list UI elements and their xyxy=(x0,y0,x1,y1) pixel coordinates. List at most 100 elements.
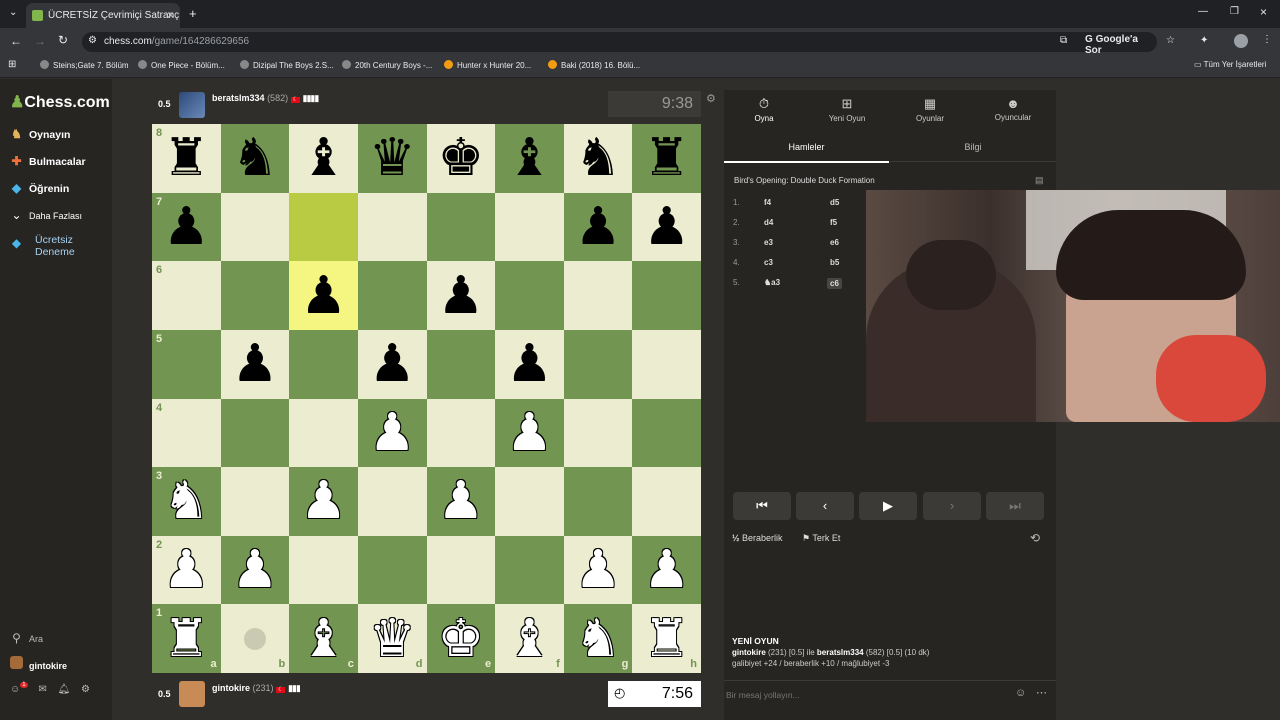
sidebar-item-learn[interactable]: ◆ Öğrenin xyxy=(10,181,69,195)
google-lens-button[interactable]: G Google'a Sor xyxy=(1085,34,1157,56)
opening-name[interactable]: Bird's Opening: Double Duck Formation xyxy=(734,176,875,185)
square-a2[interactable]: 2 ♟ xyxy=(152,535,221,605)
friends-icon[interactable]: ☺ xyxy=(10,684,20,695)
black-rook-icon[interactable]: ♜ xyxy=(163,132,210,184)
white-move[interactable]: d4 xyxy=(764,218,773,227)
forward-icon[interactable]: → xyxy=(34,34,46,48)
square-d1[interactable]: d ♛ xyxy=(357,604,427,673)
square-c1[interactable]: c ♝ xyxy=(289,604,358,673)
square-h2[interactable]: ♟ xyxy=(632,535,701,605)
bookmark-star-icon[interactable]: ☆ xyxy=(1166,35,1175,46)
square-d3[interactable] xyxy=(357,467,427,536)
square-h4[interactable] xyxy=(632,398,701,468)
maximize-icon[interactable]: ❐ xyxy=(1230,6,1239,17)
white-knight-icon[interactable]: ♞ xyxy=(163,475,210,527)
new-tab-icon[interactable]: + xyxy=(189,6,197,21)
white-pawn-icon[interactable]: ♟ xyxy=(300,475,347,527)
square-e5[interactable] xyxy=(426,329,496,399)
black-pawn-icon[interactable]: ♟ xyxy=(232,338,279,390)
draw-button[interactable]: ½ Beraberlik xyxy=(732,533,783,543)
black-pawn-icon[interactable]: ♟ xyxy=(506,338,553,390)
emoji-icon[interactable]: ☺ xyxy=(1015,687,1026,699)
subtab-moves[interactable]: Hamleler xyxy=(724,142,889,163)
resign-button[interactable]: ⚑ Terk Et xyxy=(802,533,840,544)
square-e2[interactable] xyxy=(426,535,496,605)
settings-gear-icon[interactable]: ⚙ xyxy=(81,684,90,695)
sidebar-profile[interactable]: gintokire xyxy=(10,656,67,671)
square-b4[interactable] xyxy=(220,398,290,468)
square-f1[interactable]: f ♝ xyxy=(495,604,564,673)
square-f5[interactable]: ♟ xyxy=(495,329,564,399)
board-settings-gear-icon[interactable]: ⚙ xyxy=(706,92,716,105)
square-b5[interactable]: ♟ xyxy=(220,329,290,399)
white-pawn-icon[interactable]: ♟ xyxy=(506,407,553,459)
square-d7[interactable] xyxy=(357,192,427,262)
square-c3[interactable]: ♟ xyxy=(289,467,358,536)
sidebar-item-free-trial[interactable]: ◆ Ücretsiz Deneme xyxy=(10,234,100,258)
black-move[interactable]: f5 xyxy=(830,218,837,227)
square-d8[interactable]: ♛ xyxy=(357,124,427,193)
square-d6[interactable] xyxy=(357,261,427,330)
white-king-icon[interactable]: ♚ xyxy=(438,613,485,665)
square-f4[interactable]: ♟ xyxy=(495,398,564,468)
square-b3[interactable] xyxy=(220,467,290,536)
square-d4[interactable]: ♟ xyxy=(357,398,427,468)
bookmark-item[interactable]: Baki (2018) 16. Bölü... xyxy=(548,60,640,70)
black-rook-icon[interactable]: ♜ xyxy=(643,132,690,184)
square-a8[interactable]: 8 ♜ xyxy=(152,124,221,193)
close-window-icon[interactable]: × xyxy=(1260,5,1267,19)
square-e8[interactable]: ♚ xyxy=(426,124,496,193)
white-pawn-icon[interactable]: ♟ xyxy=(232,544,279,596)
square-c8[interactable]: ♝ xyxy=(289,124,358,193)
black-king-icon[interactable]: ♚ xyxy=(438,132,485,184)
square-f6[interactable] xyxy=(495,261,564,330)
white-pawn-icon[interactable]: ♟ xyxy=(369,407,416,459)
bookmark-item[interactable]: 20th Century Boys -... xyxy=(342,60,432,70)
new-game-player-a[interactable]: gintokire xyxy=(732,648,766,657)
top-player-avatar[interactable] xyxy=(179,92,205,118)
square-a4[interactable]: 4 xyxy=(152,398,221,468)
square-a6[interactable]: 6 xyxy=(152,261,221,330)
bookmark-item[interactable]: Steins;Gate 7. Bölüm xyxy=(40,60,129,70)
square-e4[interactable] xyxy=(426,398,496,468)
white-bishop-icon[interactable]: ♝ xyxy=(506,613,553,665)
chess-board[interactable]: 8 ♜ ♞ ♝ ♛ ♚ ♝ ♞ ♜ 7 ♟ ♟ ♟ 6 ♟ ♟ 5 ♟ ♟ ♟ 4 ♟ ♟ 3 ♞ ♟ ♟ 2 ♟ ♟ ♟ ♟ 1 a ♜ b c ♝ d ♛… xyxy=(152,124,701,673)
square-a5[interactable]: 5 xyxy=(152,329,221,399)
square-g4[interactable] xyxy=(563,398,633,468)
black-pawn-icon[interactable]: ♟ xyxy=(163,201,210,253)
square-g3[interactable] xyxy=(563,467,633,536)
bottom-player-avatar[interactable] xyxy=(179,681,205,707)
square-g7[interactable]: ♟ xyxy=(563,192,633,262)
close-tab-icon[interactable]: × xyxy=(167,8,174,22)
white-pawn-icon[interactable]: ♟ xyxy=(163,544,210,596)
square-a1[interactable]: 1 a ♜ xyxy=(152,604,221,673)
square-f3[interactable] xyxy=(495,467,564,536)
square-h6[interactable] xyxy=(632,261,701,330)
square-c6[interactable]: ♟ xyxy=(289,261,358,330)
top-player-info[interactable]: beratslm334 (582) ☾ ▮▮▮▮ xyxy=(212,93,319,104)
square-b2[interactable]: ♟ xyxy=(220,535,290,605)
white-move[interactable]: c3 xyxy=(764,258,773,267)
bookmark-item[interactable]: Dizipal The Boys 2.S... xyxy=(240,60,334,70)
black-pawn-icon[interactable]: ♟ xyxy=(300,270,347,322)
square-g5[interactable] xyxy=(563,329,633,399)
square-h3[interactable] xyxy=(632,467,701,536)
square-c4[interactable] xyxy=(289,398,358,468)
reload-icon[interactable]: ↻ xyxy=(58,33,68,47)
white-knight-icon[interactable]: ♞ xyxy=(575,613,622,665)
square-b1[interactable]: b xyxy=(220,604,290,673)
play-moves-button[interactable]: ▶ xyxy=(859,492,917,520)
tab-play[interactable]: ⏱ Oyna xyxy=(724,96,804,123)
cast-icon[interactable]: ⧉ xyxy=(1060,35,1067,46)
last-move-button[interactable]: ⏭ xyxy=(986,492,1044,520)
square-a3[interactable]: 3 ♞ xyxy=(152,467,221,536)
white-pawn-icon[interactable]: ♟ xyxy=(643,544,690,596)
subtab-info[interactable]: Bilgi xyxy=(890,142,1056,162)
black-knight-icon[interactable]: ♞ xyxy=(575,132,622,184)
browser-tab[interactable]: ÜCRETSİZ Çevrimiçi Satranç Oy × xyxy=(26,3,180,28)
square-f8[interactable]: ♝ xyxy=(495,124,564,193)
black-pawn-icon[interactable]: ♟ xyxy=(369,338,416,390)
square-e7[interactable] xyxy=(426,192,496,262)
square-b7[interactable] xyxy=(220,192,290,262)
black-move[interactable]: c6 xyxy=(827,278,842,289)
